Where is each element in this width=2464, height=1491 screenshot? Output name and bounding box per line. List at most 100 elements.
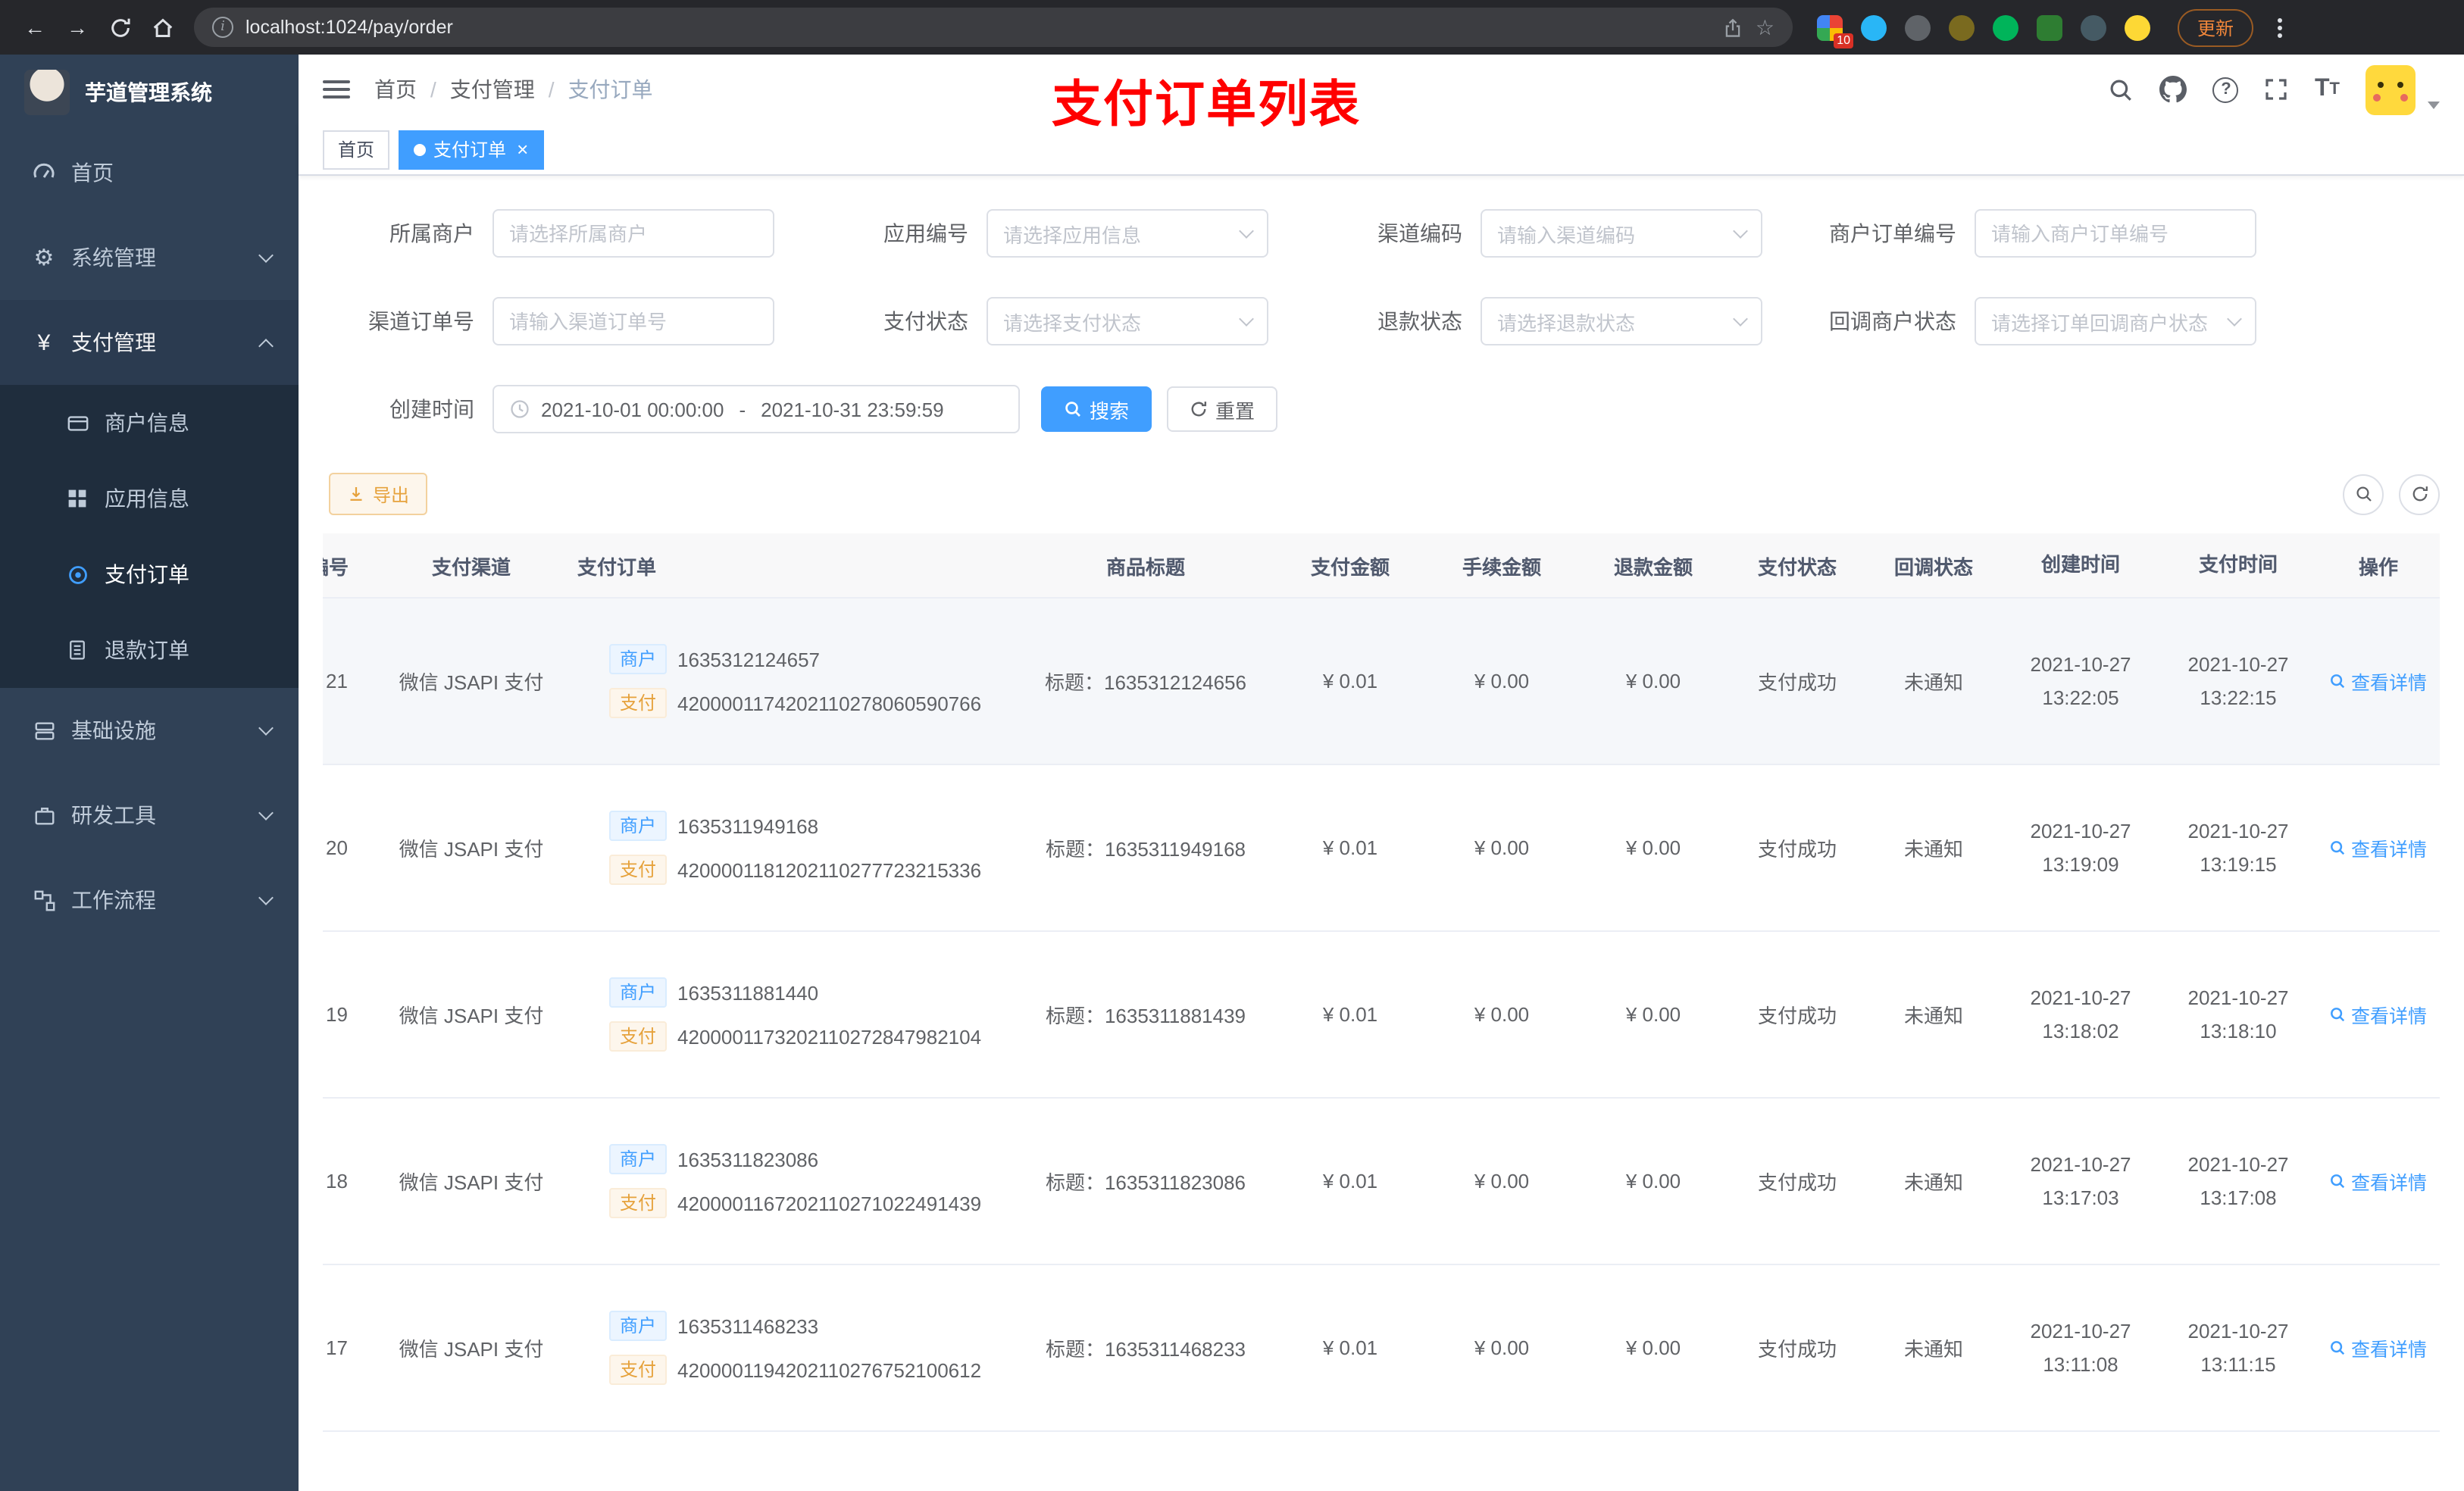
header-actions: ? TT (2109, 64, 2440, 114)
record-icon (64, 563, 91, 586)
help-icon[interactable]: ? (2212, 77, 2239, 102)
fullscreen-icon[interactable] (2265, 77, 2289, 102)
extension-icon[interactable] (1861, 14, 1887, 40)
extension-icon[interactable] (2037, 14, 2062, 40)
toolbar-right (2343, 474, 2440, 514)
notify-status-select[interactable]: 请选择订单回调商户状态 (1975, 297, 2256, 345)
breadcrumb-home[interactable]: 首页 (374, 74, 417, 105)
screen: ← → i localhost:1024/pay/order ☆ 10 更新 芋… (0, 0, 2464, 1491)
view-detail-link[interactable]: 查看详情 (2330, 1167, 2427, 1196)
table-row[interactable]: 20 微信 JSAPI 支付 商户 1635311949168 支付 4200001… (323, 765, 2440, 933)
pay-status: 支付成功 (1757, 838, 1837, 861)
collapse-menu-icon[interactable] (323, 80, 350, 98)
export-button[interactable]: 导出 (329, 473, 428, 515)
table-row[interactable]: 21 微信 JSAPI 支付 商户 1635312124657 支付 4200001… (323, 599, 2440, 766)
reset-button[interactable]: 重置 (1167, 386, 1278, 432)
pay-amount: ¥ 0.01 (1322, 1003, 1378, 1027)
view-detail-link[interactable]: 查看详情 (2330, 833, 2427, 862)
end-date[interactable]: 2021-10-31 23:59:59 (761, 398, 943, 420)
refresh-icon[interactable] (2399, 474, 2440, 514)
search-button[interactable]: 搜索 (1041, 386, 1152, 432)
forward-icon[interactable]: → (58, 8, 97, 47)
filter-row: 创建时间 2021-10-01 00:00:00 - 2021-10-31 23… (299, 385, 2464, 433)
share-icon[interactable] (1724, 17, 1743, 37)
tab-pay-order[interactable]: 支付订单 × (399, 130, 544, 169)
start-date[interactable]: 2021-10-01 00:00:00 (541, 398, 724, 420)
avatar-caret-icon[interactable] (2428, 101, 2440, 108)
sidebar-item-merchant-info[interactable]: 商户信息 (0, 385, 299, 461)
channel-order-no-input[interactable] (492, 297, 774, 345)
toggle-search-icon[interactable] (2343, 474, 2384, 514)
pay-status-select[interactable]: 请选择支付状态 (987, 297, 1268, 345)
sidebar-item-pay-order[interactable]: 支付订单 (0, 536, 299, 612)
merchant-select-input[interactable] (492, 209, 774, 258)
table-row[interactable]: 17 微信 JSAPI 支付 商户 1635311468233 支付 4200001… (323, 1265, 2440, 1433)
address-bar[interactable]: i localhost:1024/pay/order ☆ (194, 8, 1793, 47)
sidebar-item-system[interactable]: ⚙ 系统管理 (0, 215, 299, 300)
reload-icon[interactable] (100, 8, 139, 47)
sidebar-item-app-info[interactable]: 应用信息 (0, 461, 299, 536)
table-row[interactable]: 19 微信 JSAPI 支付 商户 1635311881440 支付 4200001… (323, 932, 2440, 1099)
notify-status-label: 回调商户状态 (1829, 309, 1956, 333)
search-icon[interactable] (2109, 77, 2134, 102)
app-logo[interactable]: 芋道管理系统 (0, 55, 299, 130)
url-text[interactable]: localhost:1024/pay/order (245, 17, 1712, 38)
sidebar-item-workflow[interactable]: 工作流程 (0, 858, 299, 942)
table-row[interactable]: 商户16353119157 (323, 1432, 2440, 1491)
browser-menu-icon[interactable] (2269, 17, 2291, 37)
pay-tag: 支付 (609, 1021, 668, 1052)
tab-home[interactable]: 首页 (323, 130, 390, 169)
view-detail-link[interactable]: 查看详情 (2330, 1333, 2427, 1362)
pay-order-no: 4200001167202110271022491439 (677, 1192, 982, 1215)
avatar[interactable] (2366, 64, 2416, 114)
table-row[interactable]: 18 微信 JSAPI 支付 商户 1635311823086 支付 4200001… (323, 1099, 2440, 1266)
extension-icon[interactable] (1905, 14, 1931, 40)
card-icon (64, 411, 91, 434)
bookmark-star-icon[interactable]: ☆ (1756, 14, 1775, 40)
site-info-icon[interactable]: i (212, 17, 233, 38)
extension-icon[interactable] (2125, 14, 2150, 40)
sidebar-item-payment[interactable]: ¥ 支付管理 (0, 300, 299, 385)
close-icon[interactable]: × (517, 139, 528, 159)
merchant-order-no: 1635312124657 (677, 648, 821, 671)
fee-amount: ¥ 0.00 (1474, 836, 1530, 860)
document-icon (64, 639, 91, 661)
view-detail-link[interactable]: 查看详情 (2330, 667, 2427, 695)
chrome-update-button[interactable]: 更新 (2178, 8, 2254, 46)
page-header: 首页 / 支付管理 / 支付订单 支付订单列表 ? T T (299, 55, 2464, 132)
pay-channel: 微信 JSAPI 支付 (399, 671, 544, 695)
refund-status-label: 退款状态 (1377, 309, 1462, 333)
merchant-order-no-input[interactable] (1975, 209, 2256, 258)
sidebar-item-refund-order[interactable]: 退款订单 (0, 612, 299, 688)
app-select[interactable]: 请选择应用信息 (987, 209, 1268, 258)
chevron-down-icon (258, 805, 274, 820)
sidebar-item-devtools[interactable]: 研发工具 (0, 773, 299, 858)
back-icon[interactable]: ← (15, 8, 55, 47)
grid-icon (64, 488, 91, 509)
extensions-puzzle-icon[interactable]: 10 (1817, 14, 1853, 48)
refund-amount: ¥ 0.00 (1625, 670, 1681, 693)
refund-status-select[interactable]: 请选择退款状态 (1481, 297, 1762, 345)
order-id: 17 (326, 1336, 348, 1360)
extension-icon[interactable] (1993, 14, 2018, 40)
extension-tray: 10 (1805, 14, 2162, 48)
merchant-tag: 商户 (609, 977, 668, 1008)
sidebar-item-infra[interactable]: 基础设施 (0, 688, 299, 773)
github-icon[interactable] (2159, 76, 2187, 103)
pay-status: 支付成功 (1757, 1338, 1837, 1361)
notify-status: 未通知 (1903, 1171, 1963, 1195)
breadcrumb-payment[interactable]: 支付管理 (450, 74, 535, 105)
extension-icon[interactable] (1949, 14, 1975, 40)
pay-tag: 支付 (609, 1355, 668, 1386)
breadcrumb-separator: / (548, 77, 555, 102)
channel-code-select[interactable]: 请输入渠道编码 (1481, 209, 1762, 258)
font-size-icon[interactable]: TT (2315, 76, 2340, 103)
server-icon (30, 719, 58, 742)
sidebar-item-home[interactable]: 首页 (0, 130, 299, 215)
extension-icon[interactable] (2081, 14, 2106, 40)
merchant-tag: 商户 (609, 1311, 668, 1342)
create-time-range-picker[interactable]: 2021-10-01 00:00:00 - 2021-10-31 23:59:5… (492, 385, 1020, 433)
chevron-down-icon (1733, 223, 1748, 239)
home-icon[interactable] (142, 8, 182, 47)
view-detail-link[interactable]: 查看详情 (2330, 1000, 2427, 1029)
